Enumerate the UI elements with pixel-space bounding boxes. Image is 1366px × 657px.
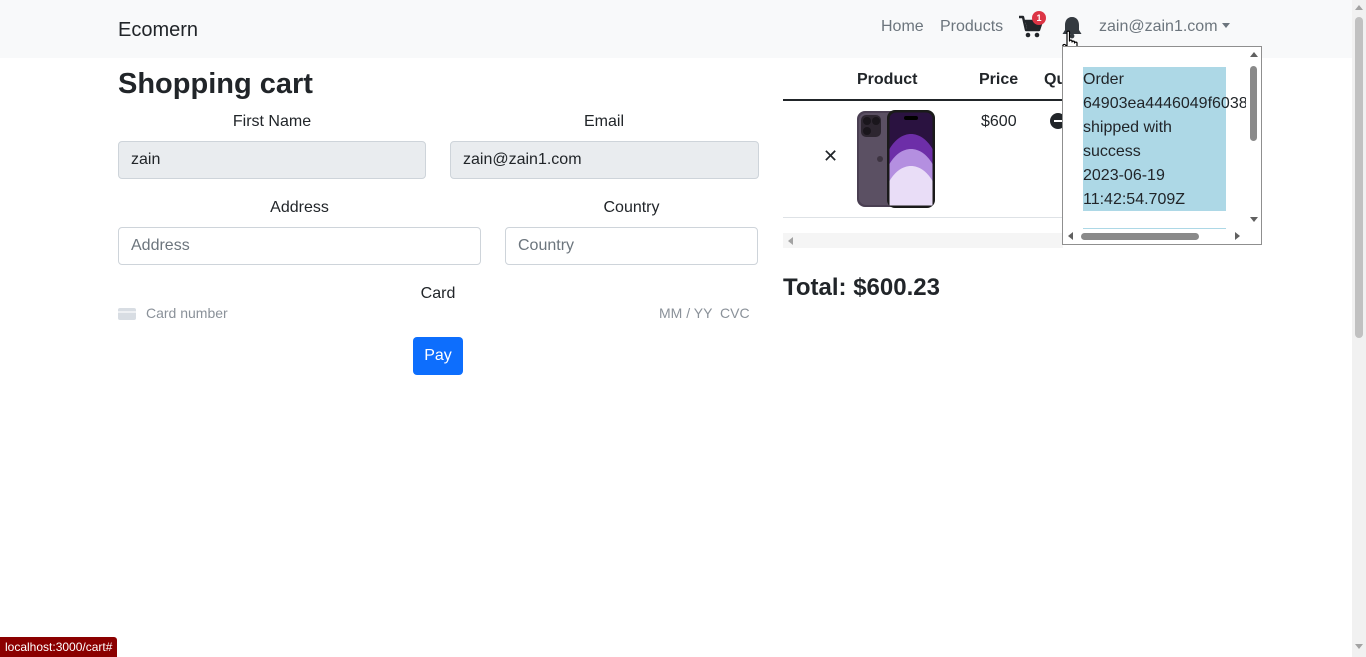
nav-products-link[interactable]: Products bbox=[940, 18, 1003, 36]
scroll-thumb[interactable] bbox=[1081, 233, 1199, 240]
scroll-left-icon[interactable] bbox=[788, 237, 793, 245]
nav-home-link[interactable]: Home bbox=[881, 18, 924, 36]
notification-line: shipped with bbox=[1083, 119, 1172, 136]
notifications-dropdown[interactable]: Order 64903ea4446049f60387 shipped with … bbox=[1062, 46, 1262, 245]
table-horizontal-scrollbar[interactable] bbox=[783, 233, 1063, 248]
cart-total: Total: $600.23 bbox=[783, 274, 940, 301]
scroll-thumb[interactable] bbox=[1250, 66, 1257, 141]
first-name-label: First Name bbox=[232, 113, 312, 130]
email-field: zain@zain1.com bbox=[450, 141, 759, 179]
notification-line: success bbox=[1083, 143, 1141, 160]
scroll-down-icon[interactable] bbox=[1355, 644, 1363, 649]
price-column-header: Price bbox=[979, 71, 1019, 88]
card-expiry-input[interactable]: MM / YY bbox=[659, 305, 712, 321]
address-field[interactable]: Address bbox=[118, 227, 481, 265]
page: Ecomern Home Products 1 zain@zain1.com S… bbox=[0, 0, 1366, 657]
country-placeholder: Country bbox=[518, 237, 575, 254]
page-title: Shopping cart bbox=[118, 68, 313, 100]
product-column-header: Product bbox=[857, 71, 918, 88]
status-bar-url: localhost:3000/cart# bbox=[0, 637, 118, 657]
notification-line: 64903ea4446049f60387 bbox=[1083, 95, 1257, 112]
item-price: $600 bbox=[981, 113, 1017, 130]
scroll-right-icon[interactable] bbox=[1235, 232, 1240, 240]
caret-down-icon bbox=[1221, 23, 1230, 28]
notification-line: 11:42:54.709Z bbox=[1083, 191, 1186, 208]
scroll-down-icon[interactable] bbox=[1250, 217, 1258, 222]
table-header-divider bbox=[783, 99, 1063, 101]
email-label: Email bbox=[583, 113, 624, 130]
scroll-left-icon[interactable] bbox=[1068, 232, 1073, 240]
scroll-up-icon[interactable] bbox=[1250, 52, 1258, 57]
user-email: zain@zain1.com bbox=[1099, 18, 1218, 35]
brand-link[interactable]: Ecomern bbox=[118, 19, 198, 42]
notification-item[interactable]: Order 64903ea4446049f60387 shipped with … bbox=[1083, 67, 1257, 211]
page-scrollbar[interactable] bbox=[1352, 0, 1366, 657]
remove-item-button[interactable]: ✕ bbox=[823, 146, 838, 167]
address-placeholder: Address bbox=[131, 237, 190, 254]
scroll-thumb[interactable] bbox=[1355, 17, 1363, 338]
notification-text: Order 64903ea4446049f60387 shipped with … bbox=[1083, 67, 1261, 212]
country-label: Country bbox=[603, 199, 660, 216]
notification-line: 2023-06-19 bbox=[1083, 167, 1165, 184]
table-row-divider bbox=[783, 217, 1063, 218]
dropdown-horizontal-scrollbar[interactable] bbox=[1063, 229, 1248, 244]
cart-count-badge: 1 bbox=[1032, 11, 1046, 25]
address-label: Address bbox=[270, 199, 329, 216]
first-name-field: zain bbox=[118, 141, 426, 179]
product-image bbox=[857, 110, 935, 208]
credit-card-icon bbox=[118, 308, 136, 320]
card-cvc-input[interactable]: CVC bbox=[720, 305, 750, 321]
user-dropdown-toggle[interactable]: zain@zain1.com bbox=[1099, 18, 1230, 36]
notification-line: Order bbox=[1083, 71, 1124, 88]
card-element[interactable]: Card number MM / YY CVC bbox=[118, 304, 758, 324]
card-label: Card bbox=[420, 285, 456, 302]
scroll-up-icon[interactable] bbox=[1355, 5, 1363, 10]
dropdown-vertical-scrollbar[interactable] bbox=[1246, 47, 1261, 231]
card-number-input[interactable]: Card number bbox=[146, 305, 228, 321]
pay-button[interactable]: Pay bbox=[413, 337, 463, 375]
country-field[interactable]: Country bbox=[505, 227, 758, 265]
